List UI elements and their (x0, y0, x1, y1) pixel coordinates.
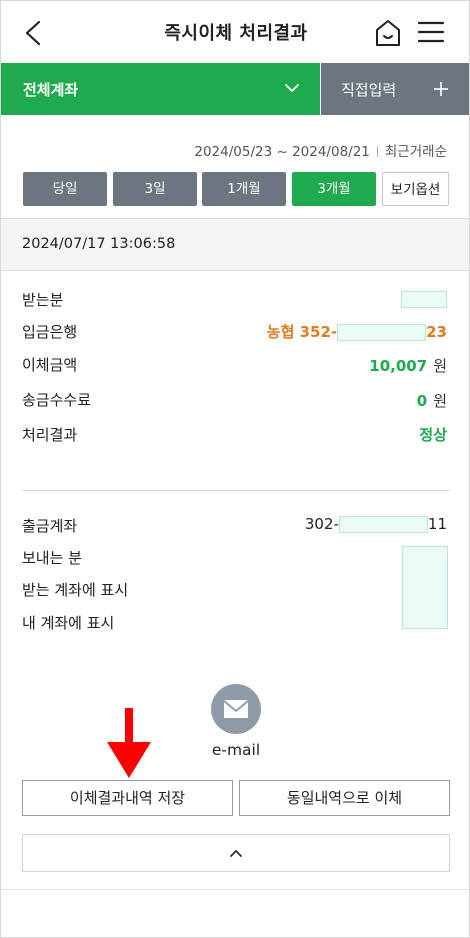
bank-account-suffix: 23 (426, 323, 447, 341)
sender-name-label: 보내는 분 (22, 549, 82, 567)
chevron-up-icon (230, 850, 242, 857)
app-header: 즉시이체 처리결과 (1, 1, 469, 63)
divider (376, 146, 378, 157)
view-options-button[interactable]: 보기옵션 (382, 172, 449, 206)
withdraw-account-label: 출금계좌 (22, 517, 78, 535)
same-transfer-button[interactable]: 동일내역으로 이체 (239, 780, 450, 816)
transaction-datetime: 2024/07/17 13:06:58 (22, 236, 176, 252)
account-bar: 전체계좌 직접입력 (1, 63, 469, 115)
home-icon[interactable] (374, 18, 402, 48)
account-select[interactable]: 전체계좌 (1, 63, 320, 115)
period-3months-button[interactable]: 3개월 (292, 172, 376, 206)
result-value: 정상 (419, 426, 447, 444)
account-select-label: 전체계좌 (23, 81, 79, 99)
result-label: 처리결과 (22, 426, 78, 444)
bank-account-prefix: 농협 352- (266, 323, 338, 341)
collapse-button[interactable] (22, 834, 450, 872)
screen: 즉시이체 처리결과 전체계좌 직접입력 2024/05/23 ~ 2024/08… (0, 0, 470, 938)
red-arrow-annotation-icon (107, 708, 151, 778)
bank-label: 입금은행 (22, 323, 78, 341)
email-button[interactable] (211, 684, 261, 734)
direct-input-label: 직접입력 (341, 81, 397, 99)
divider (22, 490, 450, 491)
recipient-value (401, 290, 447, 308)
withdraw-account-prefix: 302- (304, 515, 339, 533)
envelope-icon (223, 700, 249, 718)
plus-icon (434, 82, 448, 96)
fee-unit: 원 (433, 392, 447, 410)
amount-unit: 원 (433, 357, 447, 375)
period-3days-button[interactable]: 3일 (113, 172, 197, 206)
masked-withdraw-number (338, 516, 428, 533)
email-label: e-mail (211, 741, 261, 759)
masked-account-number (337, 324, 427, 341)
bank-account-value: 농협 352- 23 (267, 321, 447, 342)
transaction-date-band: 2024/07/17 13:06:58 (1, 219, 469, 271)
withdraw-account-value: 302- 11 (305, 515, 447, 533)
my-display-label: 내 계좌에 표시 (22, 614, 115, 632)
date-range-row: 2024/05/23 ~ 2024/08/21 최근거래순 (194, 140, 447, 160)
hamburger-menu-icon[interactable] (417, 21, 445, 43)
sort-order-text: 최근거래순 (384, 144, 447, 160)
amount-number: 10,007 (369, 357, 428, 375)
amount-value: 10,007 원 (369, 355, 447, 376)
fee-label: 송금수수료 (22, 391, 92, 409)
divider (1, 889, 469, 890)
amount-label: 이체금액 (22, 356, 78, 374)
save-history-button[interactable]: 이체결과내역 저장 (22, 780, 233, 816)
fee-number: 0 (416, 392, 428, 410)
chevron-down-icon (285, 84, 299, 92)
date-range-text: 2024/05/23 ~ 2024/08/21 (194, 144, 370, 160)
recipient-display-label: 받는 계좌에 표시 (22, 581, 129, 599)
fee-value: 0원 (417, 390, 447, 411)
withdraw-account-suffix: 11 (427, 515, 447, 533)
masked-sender-info (402, 546, 448, 629)
masked-recipient (401, 291, 447, 308)
period-1month-button[interactable]: 1개월 (202, 172, 286, 206)
recipient-label: 받는분 (22, 291, 64, 309)
direct-input-button[interactable]: 직접입력 (321, 63, 469, 115)
period-today-button[interactable]: 당일 (23, 172, 107, 206)
